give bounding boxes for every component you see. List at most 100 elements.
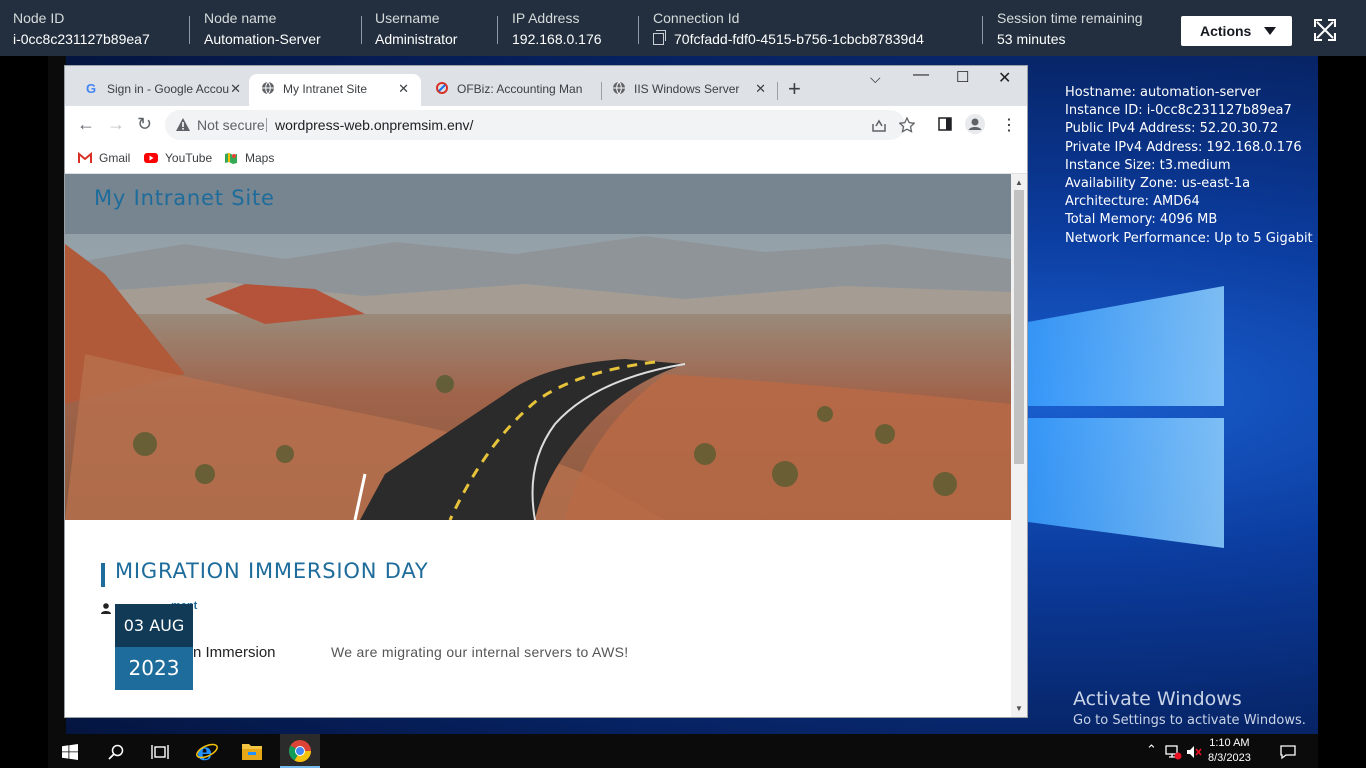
connection-value: 70fcfadd-fdf0-4515-b756-1cbcb87839d4: [653, 27, 924, 51]
maps-icon: [225, 153, 237, 164]
profile-avatar-icon[interactable]: [965, 114, 985, 134]
post-date-badge: 03 AUG 2023: [115, 604, 193, 690]
page-scrollbar[interactable]: ▲ ▼: [1011, 174, 1027, 717]
internet-explorer-icon[interactable]: e: [195, 739, 219, 763]
tab-strip: G Sign in - Google Accou ✕ My Intranet Si…: [65, 66, 1027, 106]
windows-start-icon[interactable]: [62, 744, 78, 760]
node-name-field: Node name Automation-Server: [204, 9, 321, 51]
tab-search-chevron-icon[interactable]: ⌵: [870, 70, 881, 87]
actions-button[interactable]: Actions: [1181, 16, 1292, 46]
close-window-button[interactable]: ✕: [998, 68, 1011, 88]
gmail-icon: [78, 152, 92, 163]
close-tab-icon[interactable]: ✕: [755, 74, 766, 104]
close-tab-icon[interactable]: ✕: [230, 74, 241, 104]
instance-info: Hostname: automation-server Instance ID:…: [1065, 84, 1313, 248]
forward-arrow-icon[interactable]: →: [107, 114, 125, 135]
post-body-cut-line: ▁ ▁▁ ▁▁▁▁▁ ▁: [331, 704, 440, 717]
activate-windows-watermark: Activate Windows Go to Settings to activ…: [1073, 688, 1306, 728]
tray-chevron-icon[interactable]: ⌃: [1146, 742, 1157, 758]
not-secure-label[interactable]: Not secure: [197, 110, 265, 140]
fullscreen-icon[interactable]: [1313, 18, 1337, 42]
session-bar: Node ID i-0cc8c231127b89ea7 Node name Au…: [0, 0, 1366, 56]
node-id-value: i-0cc8c231127b89ea7: [13, 31, 150, 47]
tab-iis[interactable]: IIS Windows Server ✕: [610, 74, 772, 106]
windows-taskbar: e ⌃ 1:10 AM 8/3/2023: [48, 734, 1318, 768]
browser-window: G Sign in - Google Accou ✕ My Intranet Si…: [65, 66, 1027, 717]
user-icon: [101, 603, 111, 614]
info-line: Private IPv4 Address: 192.168.0.176: [1065, 139, 1302, 155]
info-line: Architecture: AMD64: [1065, 194, 1200, 210]
share-icon[interactable]: [871, 118, 887, 132]
bookmark-star-icon[interactable]: [899, 117, 915, 133]
bookmark-maps[interactable]: Maps: [224, 151, 274, 165]
reload-icon[interactable]: ↻: [137, 114, 152, 135]
post-title[interactable]: MIGRATION IMMERSION DAY: [101, 559, 429, 587]
node-name-value: Automation-Server: [204, 31, 321, 47]
globe-icon: [262, 81, 274, 95]
svg-text:G: G: [86, 81, 96, 95]
copy-icon[interactable]: [653, 30, 666, 45]
bookmark-gmail[interactable]: Gmail: [78, 151, 130, 165]
clock-time: 1:10 AM: [1209, 737, 1250, 749]
scroll-up-arrow-icon[interactable]: ▲: [1015, 178, 1023, 187]
caret-down-icon: [1264, 27, 1276, 35]
system-clock[interactable]: 1:10 AM 8/3/2023: [1208, 736, 1251, 766]
node-id-label: Node ID: [13, 10, 65, 26]
tab-intranet-site[interactable]: My Intranet Site ✕: [249, 74, 421, 106]
file-explorer-icon[interactable]: [241, 741, 263, 761]
close-tab-icon[interactable]: ✕: [398, 74, 409, 104]
clock-date: 8/3/2023: [1208, 752, 1251, 764]
ofbiz-icon: [436, 82, 448, 94]
activate-title: Activate Windows: [1073, 688, 1242, 710]
ip-label: IP Address: [512, 10, 580, 26]
left-margin: [0, 56, 48, 768]
chrome-taskbar-item[interactable]: [280, 734, 320, 768]
info-line: Network Performance: Up to 5 Gigabit: [1065, 230, 1313, 246]
menu-kebab-icon[interactable]: ⋮: [1001, 115, 1017, 135]
node-name-label: Node name: [204, 10, 277, 26]
username-value: Administrator: [375, 31, 458, 47]
remote-desktop[interactable]: Hostname: automation-server Instance ID:…: [48, 56, 1318, 734]
url-text[interactable]: wordpress-web.onpremsim.env/: [275, 110, 473, 140]
session-time-label: Session time remaining: [997, 10, 1143, 26]
username-label: Username: [375, 10, 440, 26]
info-line: Public IPv4 Address: 52.20.30.72: [1065, 121, 1279, 137]
info-line: Instance ID: i-0cc8c231127b89ea7: [1065, 103, 1292, 119]
page-viewport[interactable]: My Intranet Site MIGRATION IMMERSION DAY…: [65, 174, 1011, 717]
back-arrow-icon[interactable]: ←: [77, 114, 95, 135]
youtube-icon: [144, 153, 158, 163]
site-title[interactable]: My Intranet Site: [94, 186, 275, 210]
task-view-icon[interactable]: [151, 744, 169, 760]
scroll-down-arrow-icon[interactable]: ▼: [1015, 704, 1023, 713]
bookmark-youtube[interactable]: YouTube: [144, 151, 212, 165]
chrome-icon: [289, 740, 311, 762]
scroll-thumb[interactable]: [1014, 190, 1024, 464]
network-icon[interactable]: [1164, 744, 1182, 760]
connection-field: Connection Id 70fcfadd-fdf0-4515-b756-1c…: [653, 9, 924, 51]
search-icon[interactable]: [108, 744, 124, 760]
session-time-value: 53 minutes: [997, 31, 1066, 47]
maximize-button[interactable]: ☐: [956, 68, 969, 86]
google-icon: G: [86, 81, 96, 95]
browser-toolbar: ← → ↻ Not secure wordpress-web.onpremsim…: [65, 106, 1027, 144]
side-panel-icon[interactable]: [938, 117, 952, 131]
node-id-field: Node ID i-0cc8c231127b89ea7: [13, 9, 150, 51]
ip-value: 192.168.0.176: [512, 31, 602, 47]
volume-muted-icon[interactable]: [1186, 744, 1202, 760]
hero-landscape-image: [65, 174, 1011, 520]
username-field: Username Administrator: [375, 9, 457, 51]
notifications-icon[interactable]: [1280, 744, 1296, 760]
tab-ofbiz[interactable]: OFBiz: Accounting Man: [431, 74, 599, 106]
minimize-button[interactable]: —: [913, 66, 929, 84]
session-time-field: Session time remaining 53 minutes: [997, 9, 1143, 51]
globe-icon: [613, 81, 625, 95]
date-day: 03 AUG: [115, 604, 193, 647]
activate-subtitle: Go to Settings to activate Windows.: [1073, 713, 1306, 728]
warning-icon[interactable]: [175, 117, 191, 132]
post-body: We are migrating our internal servers to…: [331, 644, 629, 660]
bookmarks-bar: Gmail YouTube Maps: [65, 144, 1027, 174]
info-line: Availability Zone: us-east-1a: [1065, 176, 1251, 192]
tab-google-signin[interactable]: G Sign in - Google Accou ✕: [79, 74, 245, 106]
new-tab-button[interactable]: +: [788, 76, 801, 102]
address-bar[interactable]: Not secure wordpress-web.onpremsim.env/: [165, 110, 915, 140]
